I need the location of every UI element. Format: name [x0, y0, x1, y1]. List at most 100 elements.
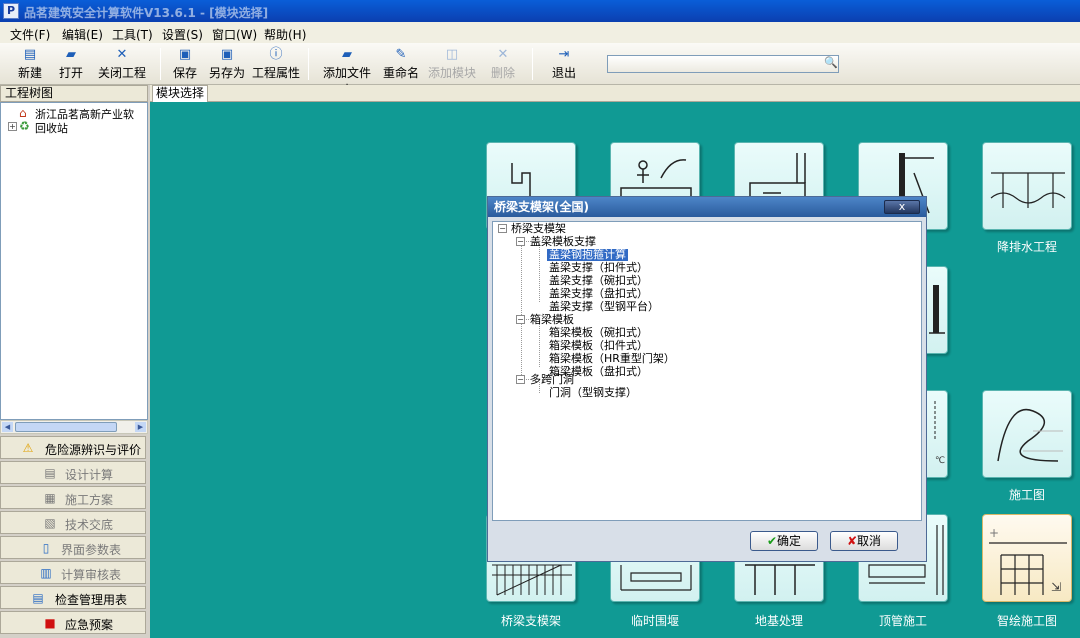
- open-button[interactable]: ▰ 打开: [55, 45, 87, 83]
- check-icon: ✔: [766, 534, 778, 548]
- warning-icon: ⚠: [22, 441, 34, 455]
- plan-icon: ▦: [44, 491, 56, 505]
- delete-icon: ✕: [497, 47, 509, 62]
- search-input[interactable]: [607, 55, 839, 73]
- menu-file[interactable]: 文件(F): [10, 26, 50, 43]
- panel-interface-params[interactable]: ▯ 界面参数表: [0, 536, 146, 559]
- panel-construction-plan[interactable]: ▦ 施工方案: [0, 486, 146, 509]
- briefing-icon: ▧: [44, 516, 56, 530]
- svg-text:+: +: [989, 526, 999, 540]
- bridge-support-dialog: 桥梁支模架(全国) x − 桥梁支模架 − 盖梁模板支撑 盖梁钢抱箍计算 盖梁支…: [487, 196, 927, 562]
- module-tile-construction-drawing[interactable]: [982, 390, 1072, 478]
- cross-icon: ✘: [846, 534, 858, 548]
- tree-node-root[interactable]: 桥梁支模架: [511, 223, 566, 235]
- exit-icon: ⇥: [558, 47, 570, 62]
- module-label-smart-drawing: 智绘施工图: [996, 614, 1057, 628]
- dialog-title: 桥梁支模架(全国): [488, 197, 926, 217]
- project-tree-header: 工程树图: [0, 85, 148, 102]
- module-illustration: +⇲: [989, 526, 1067, 595]
- open-folder-icon: ▰: [66, 47, 76, 62]
- module-label-construction-drawing: 施工图: [1008, 488, 1045, 502]
- panel-emergency-plan[interactable]: ■ 应急预案: [0, 611, 146, 634]
- tree-node-item[interactable]: 箱梁模板（碗扣式）: [549, 327, 648, 339]
- recycle-bin-icon: ♻: [19, 119, 30, 133]
- module-illustration: [997, 408, 1063, 462]
- module-label-cofferdam: 临时围堰: [630, 614, 679, 628]
- panel-inspection-forms[interactable]: ▤ 检查管理用表: [0, 586, 146, 609]
- add-folder-icon: ▰: [342, 47, 352, 62]
- panel-hazard-identification[interactable]: ⚠ 危险源辨识与评价: [0, 436, 146, 459]
- scroll-right-icon[interactable]: ▶: [135, 422, 146, 432]
- tree-node-item[interactable]: 盖梁支撑（型钢平台）: [549, 301, 659, 313]
- tree-guide-line: [539, 322, 540, 367]
- close-project-button[interactable]: ✕ 关闭工程: [96, 45, 148, 83]
- panel-technical-briefing[interactable]: ▧ 技术交底: [0, 511, 146, 534]
- menu-window[interactable]: 窗口(W): [212, 26, 257, 43]
- scroll-left-icon[interactable]: ◀: [2, 422, 13, 432]
- menu-help[interactable]: 帮助(H): [264, 26, 306, 43]
- toolbar-separator: [532, 48, 533, 80]
- tree-guide-line: [539, 244, 540, 302]
- svg-text:℃: ℃: [935, 456, 945, 466]
- module-label-foundation: 地基处理: [754, 614, 803, 628]
- collapse-icon[interactable]: −: [516, 315, 525, 324]
- save-as-icon: ▣: [220, 47, 234, 62]
- tree-node-group-box-girder[interactable]: 箱梁模板: [530, 314, 574, 326]
- toolbar-separator: [160, 48, 161, 80]
- tree-node-item[interactable]: 门洞（型钢支撑）: [549, 387, 637, 399]
- module-label-bridge-support: 桥梁支模架: [500, 614, 561, 628]
- dialog-close-button[interactable]: x: [884, 200, 920, 214]
- inspection-icon: ▤: [32, 591, 44, 605]
- menu-bar: 文件(F) 编辑(E) 工具(T) 设置(S) 窗口(W) 帮助(H): [0, 22, 1080, 43]
- save-icon: ▣: [178, 47, 192, 62]
- panel-calc-review[interactable]: ▥ 计算审核表: [0, 561, 146, 584]
- delete-button[interactable]: ✕ 删除: [488, 45, 518, 83]
- project-tree: ⌂ 浙江品茗高新产业软 + ♻ 回收站: [0, 102, 148, 420]
- module-tile-smart-drawing[interactable]: + ⇲: [982, 514, 1072, 602]
- collapse-icon[interactable]: −: [516, 237, 525, 246]
- tree-node-recycle-bin[interactable]: 回收站: [35, 120, 68, 136]
- review-icon: ▥: [40, 566, 52, 580]
- info-icon: ⓘ: [269, 47, 283, 62]
- save-as-button[interactable]: ▣ 另存为: [208, 45, 246, 83]
- module-illustration: [990, 172, 1066, 208]
- home-icon: ⌂: [19, 106, 27, 120]
- tree-node-item[interactable]: 盖梁支撑（盘扣式）: [549, 288, 648, 300]
- cancel-button[interactable]: ✘取消: [830, 531, 898, 551]
- dialog-tree: − 桥梁支模架 − 盖梁模板支撑 盖梁钢抱箍计算 盖梁支撑（扣件式） 盖梁支撑（…: [492, 221, 922, 521]
- scroll-thumb[interactable]: [15, 422, 117, 432]
- tree-node-group-portal[interactable]: 多跨门洞: [530, 374, 574, 386]
- svg-text:⇲: ⇲: [1051, 580, 1061, 594]
- menu-settings[interactable]: 设置(S): [162, 26, 203, 43]
- new-button[interactable]: ▤ 新建: [14, 45, 46, 83]
- panel-design-calculation[interactable]: ▤ 设计计算: [0, 461, 146, 484]
- close-icon: ✕: [116, 47, 128, 62]
- collapse-icon[interactable]: −: [516, 375, 525, 384]
- collapse-icon[interactable]: −: [498, 224, 507, 233]
- module-tile-drainage[interactable]: [982, 142, 1072, 230]
- search-icon[interactable]: 🔍: [824, 56, 838, 69]
- add-module-button[interactable]: ◫ 添加模块: [428, 45, 476, 83]
- exit-button[interactable]: ⇥ 退出: [548, 45, 580, 83]
- tree-node-item[interactable]: 盖梁支撑（扣件式）: [549, 262, 648, 274]
- tree-node-item[interactable]: 盖梁支撑（碗扣式）: [549, 275, 648, 287]
- tree-node-group-cap-beam[interactable]: 盖梁模板支撑: [530, 236, 596, 248]
- horizontal-scrollbar[interactable]: ◀ ▶: [0, 420, 148, 434]
- tree-node-item-selected[interactable]: 盖梁钢抱箍计算: [547, 249, 628, 261]
- project-properties-button[interactable]: ⓘ 工程属性: [252, 45, 300, 83]
- expand-icon[interactable]: +: [8, 122, 17, 131]
- params-icon: ▯: [42, 541, 50, 555]
- window-title: 品茗建筑安全计算软件V13.6.1 - [模块选择]: [24, 6, 269, 20]
- save-button[interactable]: ▣ 保存: [170, 45, 200, 83]
- rename-button[interactable]: ✎ 重命名: [382, 45, 420, 83]
- ok-button[interactable]: ✔确定: [750, 531, 818, 551]
- menu-tools[interactable]: 工具(T): [112, 26, 153, 43]
- tree-node-item[interactable]: 箱梁模板（扣件式）: [549, 340, 648, 352]
- module-label-drainage: 降排水工程: [996, 240, 1057, 254]
- tree-node-item[interactable]: 箱梁模板（HR重型门架）: [549, 353, 675, 365]
- tab-module-select[interactable]: 模块选择: [152, 85, 208, 102]
- menu-edit[interactable]: 编辑(E): [62, 26, 103, 43]
- tab-bar: 模块选择: [150, 85, 1080, 102]
- add-folder-button[interactable]: ▰添加文件夹: [318, 45, 376, 97]
- emergency-icon: ■: [44, 616, 56, 630]
